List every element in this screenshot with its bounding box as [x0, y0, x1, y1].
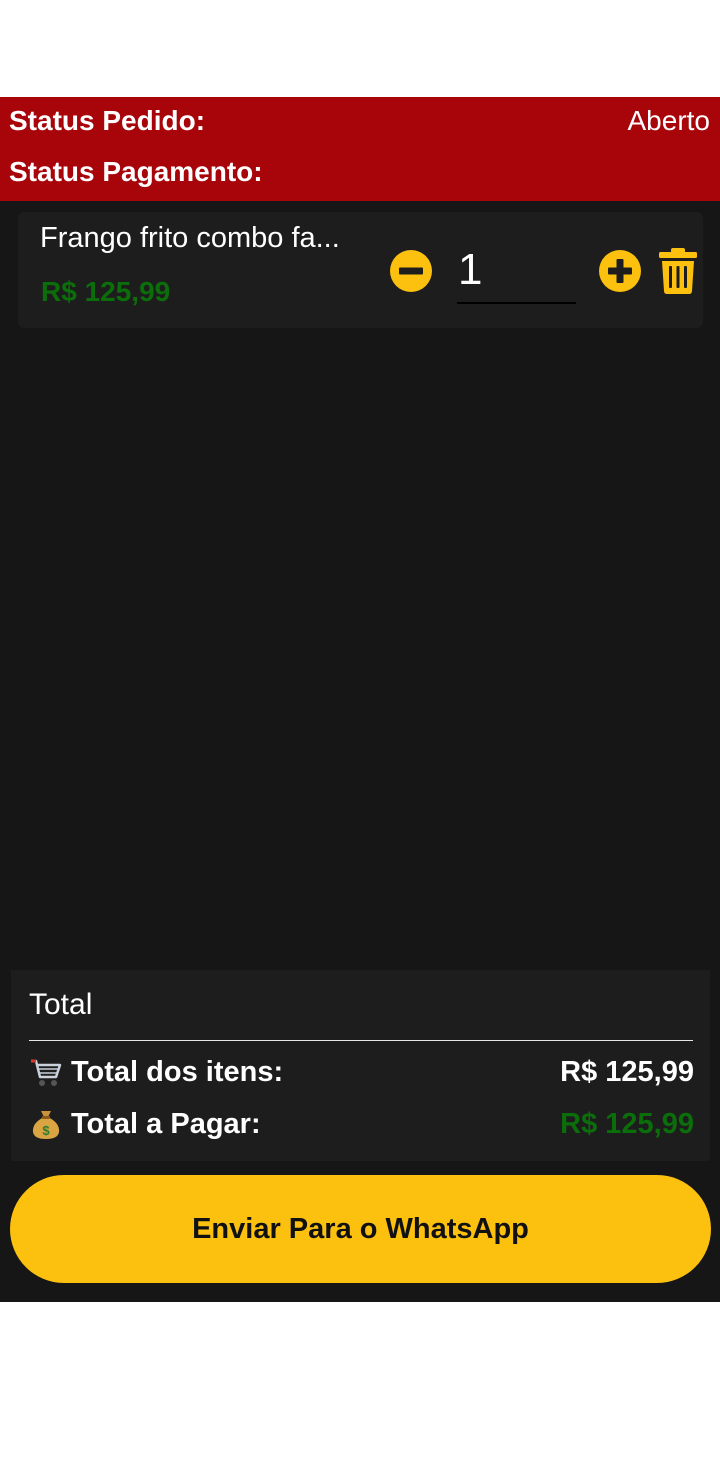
shopping-cart-icon: [31, 1059, 62, 1086]
items-total-left: Total dos itens:: [29, 1055, 283, 1089]
summary-divider: [29, 1040, 693, 1041]
items-total-row: Total dos itens: R$ 125,99: [29, 1050, 694, 1094]
increase-quantity-button[interactable]: [599, 250, 641, 292]
trash-icon: [659, 248, 697, 294]
payment-status-label: Status Pagamento:: [9, 156, 263, 187]
cart-screen: Status Pedido: Aberto Status Pagamento: …: [0, 97, 720, 1302]
remove-item-button[interactable]: [658, 248, 698, 294]
payment-status-row: Status Pagamento:: [9, 148, 710, 196]
items-total-label: Total dos itens:: [71, 1055, 284, 1088]
summary-title: Total: [29, 988, 93, 1021]
decrease-quantity-button[interactable]: [390, 250, 432, 292]
item-name: Frango frito combo fa...: [40, 222, 340, 254]
amount-due-left: $ Total a Pagar:: [29, 1107, 261, 1141]
send-to-whatsapp-button[interactable]: Enviar Para o WhatsApp: [10, 1175, 711, 1283]
amount-due-label: Total a Pagar:: [71, 1107, 261, 1140]
item-price: R$ 125,99: [41, 276, 171, 307]
money-bag-icon: $: [32, 1111, 60, 1139]
svg-text:$: $: [42, 1123, 50, 1138]
items-total-value: R$ 125,99: [560, 1055, 694, 1088]
cart-item: Frango frito combo fa... R$ 125,99: [18, 212, 703, 328]
amount-due-row: $ Total a Pagar: R$ 125,99: [29, 1102, 694, 1146]
quantity-input[interactable]: [457, 238, 576, 304]
order-status-label: Status Pedido:: [9, 105, 206, 136]
order-summary: Total Total dos itens: R$ 125,99 $ Total…: [11, 970, 710, 1161]
plus-circle-icon: [599, 250, 641, 292]
amount-due-value: R$ 125,99: [560, 1107, 694, 1140]
order-status-row: Status Pedido: Aberto: [9, 97, 710, 145]
order-status-bar: Status Pedido: Aberto Status Pagamento:: [0, 97, 720, 201]
minus-circle-icon: [390, 250, 432, 292]
order-status-value: Aberto: [627, 105, 711, 136]
